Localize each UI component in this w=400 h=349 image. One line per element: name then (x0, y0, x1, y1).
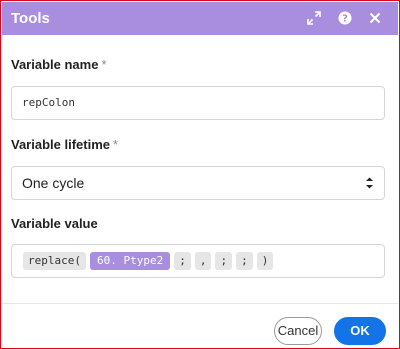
close-icon[interactable] (365, 8, 385, 28)
function-token[interactable]: replace( (23, 252, 86, 270)
text-token[interactable]: , (194, 252, 212, 270)
dialog-header: Tools ? (2, 2, 398, 35)
required-mark: * (101, 57, 107, 72)
variable-name-input[interactable]: repColon (11, 86, 385, 120)
variable-lifetime-select[interactable]: One cycle (11, 166, 385, 200)
ok-button[interactable]: OK (334, 317, 386, 345)
select-chevron-icon (365, 176, 374, 195)
variable-name-label: Variable name * (11, 57, 107, 72)
variable-value-label: Variable value (11, 216, 98, 231)
variable-lifetime-label: Variable lifetime * (11, 137, 118, 152)
cancel-button[interactable]: Cancel (274, 317, 322, 345)
svg-text:?: ? (342, 14, 348, 25)
variable-value-label-text: Variable value (11, 216, 98, 231)
variable-name-value: repColon (22, 96, 75, 109)
help-icon[interactable]: ? (335, 8, 355, 28)
dialog-title: Tools (11, 10, 50, 27)
variable-value-editor[interactable]: replace( 60. Ptype2 ; , ; ; ) (11, 244, 385, 278)
text-token[interactable]: ; (215, 252, 233, 270)
variable-lifetime-label-text: Variable lifetime (11, 137, 110, 152)
variable-lifetime-selected: One cycle (22, 175, 85, 191)
variable-name-label-text: Variable name (11, 57, 99, 72)
variable-token[interactable]: 60. Ptype2 (89, 252, 171, 270)
tools-dialog: Tools ? Variable name * repColon Variable… (0, 0, 400, 349)
text-token[interactable]: ; (236, 252, 253, 270)
text-token[interactable]: ; (174, 252, 191, 270)
footer-divider (2, 303, 398, 304)
formula-tokens: replace( 60. Ptype2 ; , ; ; ) (23, 252, 274, 270)
function-close-token[interactable]: ) (256, 252, 274, 270)
required-mark: * (113, 137, 119, 152)
expand-icon[interactable] (304, 8, 324, 28)
